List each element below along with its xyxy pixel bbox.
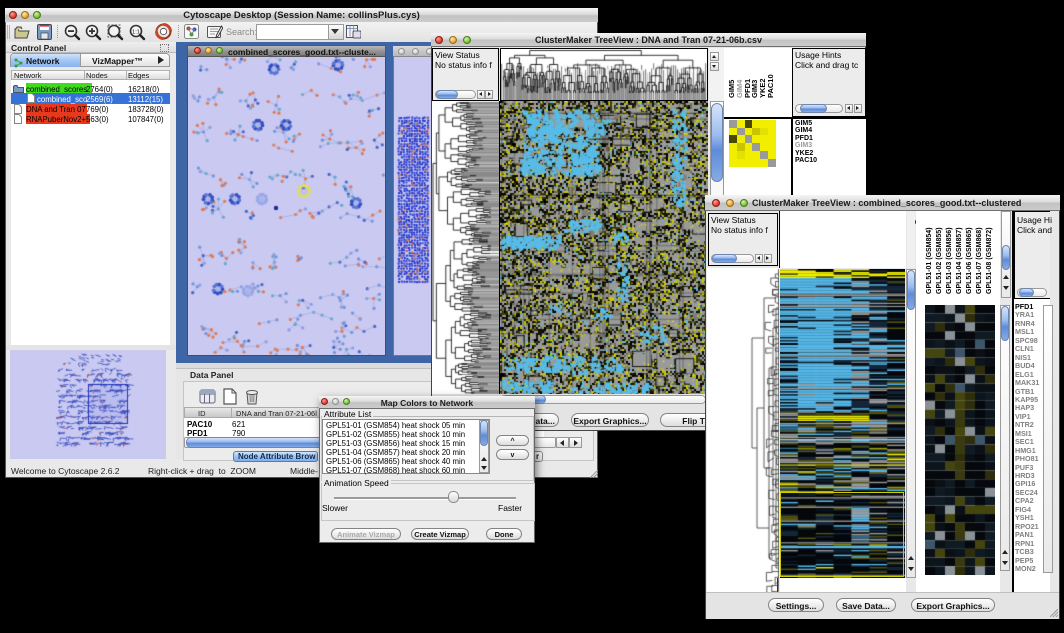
svg-text:1:1: 1:1 <box>132 30 140 36</box>
